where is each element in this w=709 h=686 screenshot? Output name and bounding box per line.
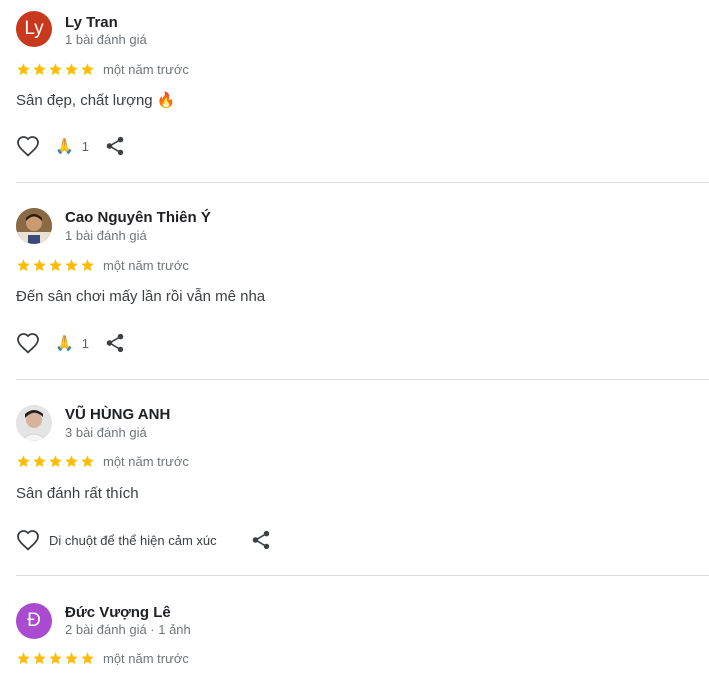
star-icon: [65, 454, 78, 467]
reaction-count: 1: [81, 138, 89, 154]
reaction-summary[interactable]: 🙏 1: [55, 336, 89, 351]
divider: [16, 182, 709, 183]
avatar[interactable]: [16, 405, 52, 441]
avatar[interactable]: Ly: [16, 11, 52, 47]
reviewer-name[interactable]: Ly Tran: [65, 14, 118, 31]
star-icon: [65, 651, 78, 664]
star-icon: [81, 651, 94, 664]
share-icon: [252, 530, 269, 550]
review-time: một năm trước: [103, 453, 189, 469]
star-rating: [16, 454, 95, 469]
star-rating: [16, 651, 95, 666]
avatar-photo: [16, 405, 52, 441]
star-icon: [49, 454, 62, 467]
review-actions: 🙏 1: [16, 134, 126, 158]
reviewer-meta[interactable]: 3 bài đánh giá: [65, 425, 147, 440]
heart-outline-icon: [17, 333, 39, 354]
heart-outline-icon: [17, 530, 39, 551]
reaction-hint: Di chuột để thể hiện cảm xúc: [49, 532, 217, 548]
reaction-count: 1: [81, 335, 89, 351]
star-icon: [81, 62, 94, 75]
review-time: một năm trước: [103, 650, 189, 666]
star-icon: [17, 258, 30, 271]
share-icon: [106, 333, 124, 353]
star-rating: [16, 62, 95, 77]
star-icon: [49, 62, 62, 75]
like-button[interactable]: [16, 331, 40, 355]
star-icon: [81, 258, 94, 271]
review-time: một năm trước: [103, 257, 189, 273]
like-button[interactable]: [16, 528, 40, 552]
review-actions: Di chuột để thể hiện cảm xúc: [16, 528, 272, 552]
star-icon: [33, 651, 46, 664]
star-rating: [16, 258, 95, 273]
share-button[interactable]: [250, 529, 272, 551]
avatar[interactable]: [16, 208, 52, 244]
like-button[interactable]: [16, 134, 40, 158]
avatar-photo: [16, 208, 52, 244]
pray-emoji: 🙏: [55, 137, 74, 155]
reviewer-meta[interactable]: 1 bài đánh giá: [65, 228, 147, 243]
review-text: Sân đánh rất thích: [16, 485, 139, 502]
star-icon: [65, 258, 78, 271]
star-icon: [33, 62, 46, 75]
share-button[interactable]: [104, 135, 126, 157]
reaction-summary[interactable]: 🙏 1: [55, 139, 89, 154]
star-icon: [17, 454, 30, 467]
star-icon: [33, 454, 46, 467]
share-icon: [106, 136, 124, 156]
rating-row: một năm trước: [16, 650, 189, 666]
review-text: Sân đẹp, chất lượng 🔥: [16, 92, 176, 109]
divider: [16, 379, 709, 380]
review-time: một năm trước: [103, 61, 189, 77]
star-icon: [49, 258, 62, 271]
reviewer-name[interactable]: Đức Vượng Lê: [65, 604, 171, 621]
reviewer-meta[interactable]: 2 bài đánh giá · 1 ảnh: [65, 622, 191, 637]
rating-row: một năm trước: [16, 453, 189, 469]
review-text: Đến sân chơi mấy lần rồi vẫn mê nha: [16, 288, 266, 305]
star-icon: [65, 62, 78, 75]
avatar[interactable]: Đ: [16, 603, 52, 639]
review-actions: 🙏 1: [16, 331, 126, 355]
share-button[interactable]: [104, 332, 126, 354]
star-icon: [33, 258, 46, 271]
star-icon: [49, 651, 62, 664]
reviewer-meta[interactable]: 1 bài đánh giá: [65, 32, 147, 47]
pray-emoji: 🙏: [55, 334, 74, 352]
reviewer-name[interactable]: VŨ HÙNG ANH: [65, 406, 170, 423]
star-icon: [17, 62, 30, 75]
rating-row: một năm trước: [16, 257, 189, 273]
reviewer-name[interactable]: Cao Nguyên Thiên Ý: [65, 209, 211, 226]
avatar-initials: Đ: [27, 610, 41, 631]
star-icon: [81, 454, 94, 467]
heart-outline-icon: [17, 136, 39, 157]
divider: [16, 575, 709, 576]
star-icon: [17, 651, 30, 664]
avatar-initials: Ly: [24, 18, 44, 39]
rating-row: một năm trước: [16, 61, 189, 77]
